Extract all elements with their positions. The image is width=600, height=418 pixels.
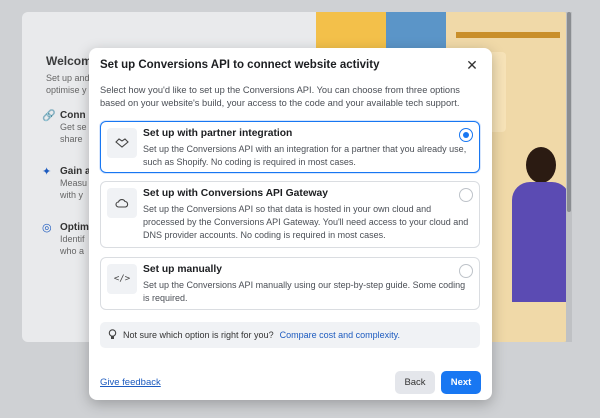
scrollbar-thumb[interactable] bbox=[567, 12, 571, 212]
page-scrollbar[interactable] bbox=[566, 12, 572, 342]
link-icon: 🔗 bbox=[42, 110, 56, 122]
help-tip: Not sure which option is right for you? … bbox=[100, 322, 480, 348]
bg-row-line: with y bbox=[60, 190, 84, 200]
tip-text: Not sure which option is right for you? bbox=[123, 330, 274, 340]
bg-row-gain: ✦ Gain a Measu with y bbox=[42, 166, 91, 201]
bg-row-line: Get se bbox=[60, 122, 87, 132]
option-description: Set up the Conversions API with an integ… bbox=[143, 144, 467, 167]
option-radio[interactable] bbox=[459, 264, 473, 278]
dialog-header: Set up Conversions API to connect websit… bbox=[100, 58, 481, 75]
option-radio[interactable] bbox=[459, 188, 473, 202]
spark-icon: ✦ bbox=[42, 166, 52, 178]
next-button[interactable]: Next bbox=[441, 371, 481, 394]
compare-cost-link[interactable]: Compare cost and complexity. bbox=[280, 330, 400, 340]
bg-row-line: share bbox=[60, 134, 83, 144]
bg-row-line: Identif bbox=[60, 234, 85, 244]
option-title: Set up manually bbox=[143, 264, 222, 275]
option-radio[interactable] bbox=[459, 128, 473, 142]
bg-row-optimise: ◎ Optim Identif who a bbox=[42, 222, 89, 257]
option-title: Set up with partner integration bbox=[143, 128, 293, 139]
dialog-description: Select how you'd like to set up the Conv… bbox=[100, 85, 460, 108]
bg-row-title: Conn bbox=[60, 110, 86, 121]
option-partner-integration[interactable]: Set up with partner integration Set up t… bbox=[100, 121, 480, 173]
bg-row-line: Measu bbox=[60, 178, 88, 188]
cloud-icon bbox=[107, 188, 137, 218]
option-description: Set up the Conversions API manually usin… bbox=[143, 280, 466, 303]
back-button[interactable]: Back bbox=[395, 371, 435, 394]
code-icon: </> bbox=[107, 264, 137, 294]
option-title: Set up with Conversions API Gateway bbox=[143, 188, 329, 199]
dialog-title: Set up Conversions API to connect websit… bbox=[100, 59, 380, 71]
lightbulb-icon bbox=[108, 328, 117, 342]
option-set-up-manually[interactable]: </> Set up manually Set up the Conversio… bbox=[100, 257, 480, 310]
close-icon[interactable]: ✕ bbox=[465, 58, 479, 72]
option-description: Set up the Conversions API so that data … bbox=[143, 204, 469, 240]
give-feedback-link[interactable]: Give feedback bbox=[100, 377, 161, 388]
target-icon: ◎ bbox=[42, 222, 52, 234]
bg-row-title: Gain a bbox=[60, 166, 91, 177]
bg-row-line: who a bbox=[60, 246, 85, 256]
option-conversions-api-gateway[interactable]: Set up with Conversions API Gateway Set … bbox=[100, 181, 480, 248]
setup-dialog: Set up Conversions API to connect websit… bbox=[89, 48, 492, 400]
bg-row-connect: 🔗 Conn Get se share bbox=[42, 110, 87, 145]
bg-row-title: Optim bbox=[60, 222, 89, 233]
handshake-icon bbox=[107, 128, 137, 158]
